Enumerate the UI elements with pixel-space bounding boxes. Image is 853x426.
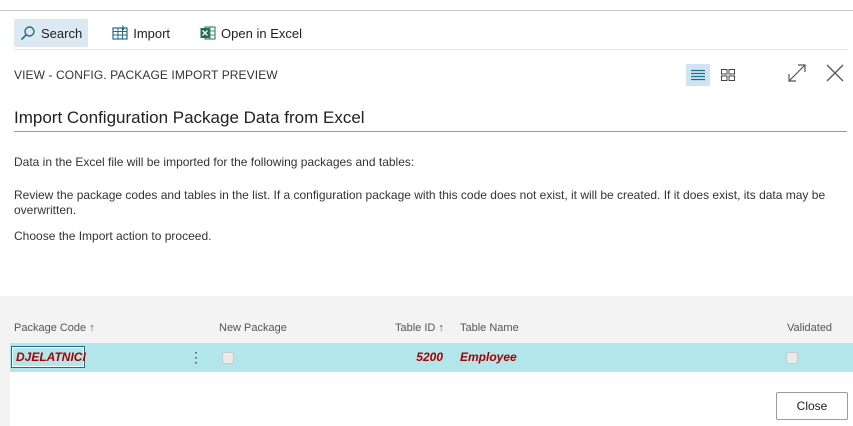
title-underline — [14, 131, 847, 132]
new-package-checkbox[interactable] — [222, 352, 234, 364]
expand-icon[interactable] — [786, 62, 808, 84]
validated-checkbox[interactable] — [786, 352, 798, 364]
column-header-validated[interactable]: Validated — [787, 322, 832, 334]
import-icon — [112, 25, 128, 40]
list-icon — [691, 69, 705, 81]
table-name-value[interactable]: Employee — [460, 350, 517, 364]
package-code-value: DJELATNICI — [16, 350, 86, 364]
grid-empty-area — [10, 372, 853, 426]
column-header-table-id[interactable]: Table ID ↑ — [395, 322, 444, 334]
close-icon[interactable] — [824, 62, 846, 84]
excel-icon — [200, 26, 216, 40]
open-in-excel-label: Open in Excel — [221, 25, 302, 41]
close-button[interactable]: Close — [776, 392, 848, 420]
action-bar-divider — [14, 49, 848, 50]
column-header-table-name[interactable]: Table Name — [460, 322, 519, 334]
page-caption: VIEW - CONFIG. PACKAGE IMPORT PREVIEW — [14, 68, 278, 82]
open-in-excel-action[interactable]: Open in Excel — [194, 19, 308, 47]
import-label: Import — [133, 25, 171, 41]
table-id-value: 5200 — [416, 350, 443, 364]
tiles-icon — [721, 69, 735, 81]
search-label: Search — [41, 25, 83, 41]
search-icon — [20, 26, 35, 41]
instruction-text-1: Data in the Excel file will be imported … — [14, 155, 415, 169]
instruction-text-2: Review the package codes and tables in t… — [14, 188, 826, 217]
action-bar: Search Import Open in Excel — [14, 18, 308, 48]
column-header-package-code[interactable]: Package Code ↑ — [14, 322, 95, 334]
column-header-new-package[interactable]: New Package — [219, 322, 287, 334]
page-title: Import Configuration Package Data from E… — [14, 108, 365, 127]
view-toggle — [686, 64, 740, 86]
tile-view-button[interactable] — [716, 64, 740, 86]
row-menu-icon[interactable]: ⋮ — [189, 350, 203, 364]
list-view-button[interactable] — [686, 64, 710, 86]
instruction-text-3: Choose the Import action to proceed. — [14, 229, 212, 243]
search-action[interactable]: Search — [14, 19, 89, 47]
import-action[interactable]: Import — [106, 19, 176, 47]
top-border — [0, 10, 853, 11]
